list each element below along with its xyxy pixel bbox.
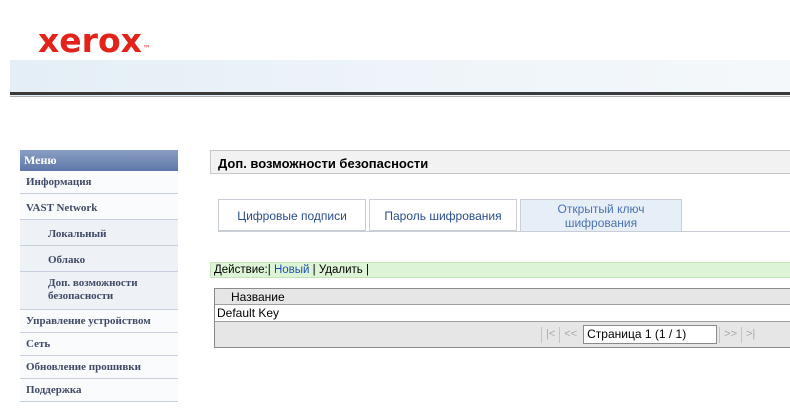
pager-bar: |< << Страница 1 (1 / 1) >> >|	[215, 322, 790, 347]
pager: |< << Страница 1 (1 / 1) >> >|	[541, 325, 759, 344]
sidebar-item-vast-network[interactable]: VAST Network	[20, 194, 178, 220]
column-header-name[interactable]: Название	[215, 289, 790, 305]
table-row[interactable]: Default Key	[215, 305, 790, 322]
tab-label: Пароль шифрования	[384, 209, 502, 223]
sidebar-item-network[interactable]: Сеть	[20, 333, 178, 356]
sidebar-item-device-management[interactable]: Управление устройством	[20, 310, 178, 333]
sidebar-item-security[interactable]: Доп. возможности безопасности	[20, 272, 178, 310]
tab-label-line2: шифрования	[564, 216, 638, 230]
keys-table: Название Default Key |< << Страница 1 (1…	[214, 288, 790, 348]
prev-page-button[interactable]: <<	[559, 326, 581, 343]
header-divider-thin	[10, 96, 790, 97]
header-divider	[10, 92, 790, 95]
logo-trademark: ™	[142, 44, 151, 53]
logo-area: xerox™	[10, 8, 790, 60]
first-page-button[interactable]: |<	[541, 326, 559, 343]
logo-text: xerox	[38, 21, 142, 60]
action-suffix: |	[365, 264, 369, 276]
tabs-baseline	[218, 231, 790, 232]
page-title: Доп. возможности безопасности	[210, 150, 790, 174]
sidebar-item-local[interactable]: Локальный	[20, 220, 178, 246]
page-indicator: Страница 1 (1 / 1)	[583, 325, 718, 344]
header: xerox™	[10, 8, 790, 96]
menu-title: Меню	[20, 150, 178, 171]
delete-link[interactable]: Удалить	[319, 264, 363, 276]
tab-public-encryption-key[interactable]: Открытый ключ шифрования	[520, 199, 682, 232]
action-separator: |	[312, 264, 316, 276]
sidebar-item-info[interactable]: Информация	[20, 171, 178, 194]
tab-digital-signatures[interactable]: Цифровые подписи	[218, 199, 366, 231]
last-page-button[interactable]: >|	[741, 326, 759, 343]
tab-label: Цифровые подписи	[237, 209, 347, 223]
action-prefix: Действие:|	[214, 264, 271, 276]
action-bar: Действие:| Новый | Удалить |	[210, 262, 790, 278]
new-link[interactable]: Новый	[274, 264, 310, 276]
sidebar-item-cloud[interactable]: Облако	[20, 246, 178, 272]
sidebar-item-firmware-update[interactable]: Обновление прошивки	[20, 356, 178, 379]
tab-label-line1: Открытый ключ	[557, 202, 645, 216]
next-page-button[interactable]: >>	[719, 326, 741, 343]
header-banner	[10, 60, 790, 96]
table-cell-name: Default Key	[217, 306, 280, 320]
tab-encryption-password[interactable]: Пароль шифрования	[369, 199, 517, 231]
xerox-logo: xerox™	[38, 21, 151, 60]
sidebar-item-support[interactable]: Поддержка	[20, 379, 178, 402]
sidebar-menu: Меню Информация VAST Network Локальный О…	[20, 150, 178, 402]
